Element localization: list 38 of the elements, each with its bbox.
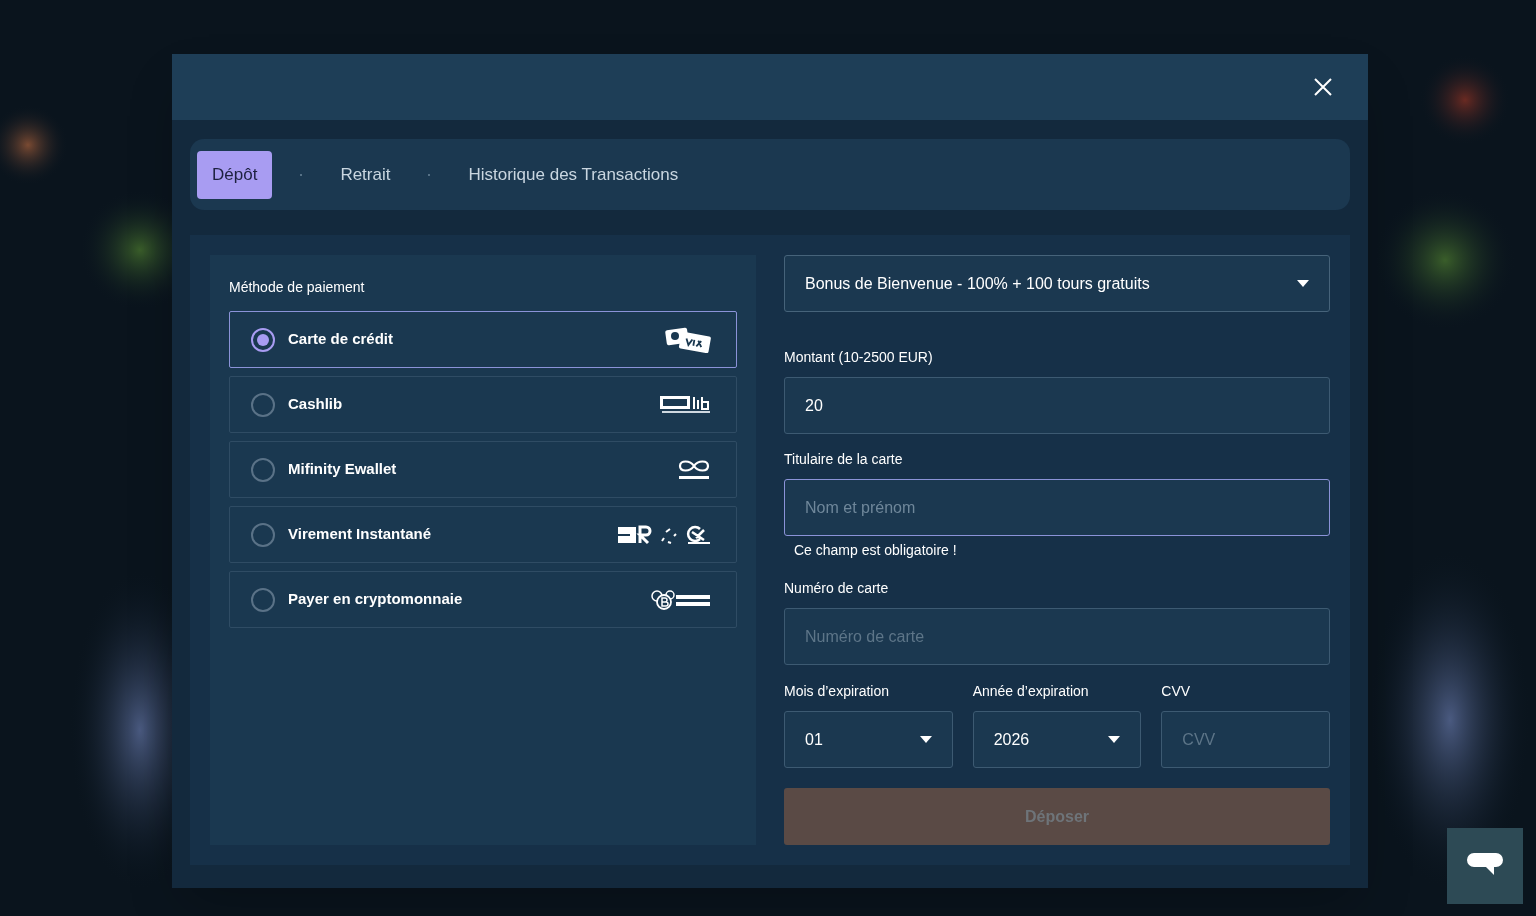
caret-icon <box>1108 736 1121 743</box>
year-label: Année d’expiration <box>972 684 1090 698</box>
radio[interactable] <box>251 392 275 417</box>
month-label: Mois d’expiration <box>784 684 891 698</box>
bonus-select[interactable]: Bonus de Bienvenue - 100% + 100 tours gratuits <box>784 255 1330 312</box>
tab[interactable]: Retrait <box>330 150 401 199</box>
month-select[interactable]: 01 <box>784 711 953 768</box>
cardholder-field[interactable]: Nom et prénom <box>784 479 1330 536</box>
radio[interactable] <box>251 457 275 482</box>
year-select[interactable]: 2026 <box>972 711 1142 768</box>
tab[interactable]: Dépôt <box>197 150 273 199</box>
radio[interactable] <box>251 522 275 547</box>
close-icon <box>1314 78 1332 96</box>
payment-option[interactable]: Mifinity Ewallet <box>229 441 737 498</box>
amount-field[interactable]: 20 <box>784 377 1330 434</box>
payment-option[interactable]: Carte de crédit <box>229 311 737 368</box>
payment-option[interactable]: Payer en cryptomonnaie <box>229 571 737 628</box>
card-number-label: Numéro de carte <box>784 581 890 595</box>
infinity-logo-icon <box>676 457 712 482</box>
caret-icon <box>1297 280 1309 287</box>
payment-method-label: Méthode de paiement <box>229 278 366 297</box>
cards-logo-icon <box>664 326 712 353</box>
payment-option[interactable]: Cashlib <box>229 376 737 433</box>
cash-voucher-logo-icon <box>660 394 712 415</box>
payment-option[interactable]: Virement Instantané <box>229 506 737 563</box>
bank-logos-icon <box>618 523 712 546</box>
tab[interactable]: Historique des Transactions <box>458 150 689 199</box>
cvv-label: CVV <box>1161 684 1192 698</box>
crypto-logo-icon <box>650 588 712 611</box>
error-message: Ce champ est obligatoire ! <box>794 541 958 560</box>
cvv-field[interactable]: CVV <box>1161 711 1330 768</box>
chat-button[interactable] <box>1447 828 1523 904</box>
card-number-field[interactable]: Numéro de carte <box>784 608 1330 665</box>
caret-icon <box>919 736 932 743</box>
radio[interactable] <box>251 327 275 352</box>
cardholder-label: Titulaire de la carte <box>784 452 904 466</box>
radio[interactable] <box>251 587 275 612</box>
amount-label: Montant (10-2500 EUR) <box>784 350 934 364</box>
